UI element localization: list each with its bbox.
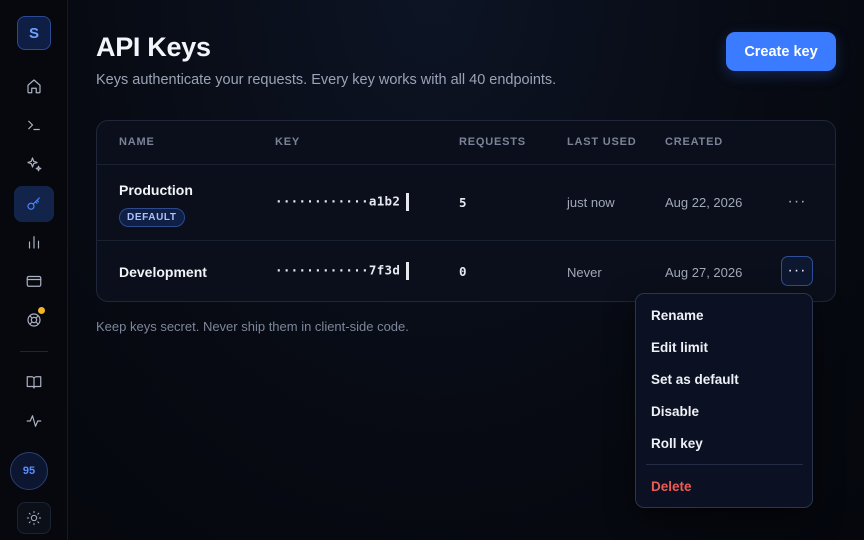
key-value: ············7f3d	[275, 262, 410, 280]
column-header-key: KEY	[275, 136, 301, 148]
menu-item-set-default[interactable]: Set as default	[651, 372, 739, 387]
sun-icon	[26, 510, 42, 526]
menu-item-rename[interactable]: Rename	[651, 308, 704, 323]
default-badge: DEFAULT	[119, 208, 185, 227]
header-divider	[97, 164, 835, 165]
menu-item-delete[interactable]: Delete	[651, 479, 692, 494]
lifebuoy-icon[interactable]	[14, 302, 54, 338]
theme-toggle[interactable]	[17, 502, 51, 534]
column-header-last-used: LAST USED	[567, 136, 637, 148]
key-name: Production	[119, 182, 193, 198]
row-actions-menu: Rename Edit limit Set as default Disable…	[635, 293, 813, 508]
column-header-requests: REQUESTS	[459, 136, 526, 148]
requests-count: 5	[459, 195, 467, 210]
masked-key: ············a1b2	[275, 193, 401, 209]
home-icon[interactable]	[14, 68, 54, 104]
page-subtitle: Keys authenticate your requests. Every k…	[96, 72, 557, 88]
last-used: just now	[567, 195, 615, 210]
menu-item-edit-limit[interactable]: Edit limit	[651, 340, 708, 355]
notification-dot	[38, 307, 45, 314]
book-icon[interactable]	[14, 364, 54, 400]
menu-divider	[646, 464, 803, 465]
bar-chart-icon[interactable]	[14, 224, 54, 260]
usage-badge[interactable]: 95	[10, 452, 48, 490]
menu-item-roll-key[interactable]: Roll key	[651, 436, 703, 451]
sidebar: S 95	[0, 0, 68, 540]
row-divider	[97, 240, 835, 241]
activity-icon[interactable]	[14, 403, 54, 439]
page-title: API Keys	[96, 32, 211, 62]
create-key-button[interactable]: Create key	[726, 32, 836, 71]
requests-count: 0	[459, 264, 467, 279]
key-icon[interactable]	[14, 186, 54, 222]
key-cursor	[406, 262, 410, 280]
row-actions-button[interactable]: ···	[781, 187, 813, 217]
key-name: Development	[119, 264, 207, 280]
created-date: Aug 22, 2026	[665, 195, 743, 210]
column-header-created: CREATED	[665, 136, 723, 148]
sparkle-icon[interactable]	[14, 146, 54, 182]
masked-key: ············7f3d	[275, 262, 401, 278]
key-value: ············a1b2	[275, 193, 410, 211]
terminal-icon[interactable]	[14, 107, 54, 143]
last-used: Never	[567, 265, 602, 280]
row-actions-button[interactable]: ···	[781, 256, 813, 286]
credit-card-icon[interactable]	[14, 263, 54, 299]
sidebar-divider	[20, 351, 48, 352]
security-note: Keep keys secret. Never ship them in cli…	[96, 319, 409, 334]
workspace-logo[interactable]: S	[17, 16, 51, 50]
menu-item-disable[interactable]: Disable	[651, 404, 699, 419]
key-cursor	[406, 193, 410, 211]
column-header-name: NAME	[119, 136, 155, 148]
created-date: Aug 27, 2026	[665, 265, 743, 280]
api-keys-table: NAME KEY REQUESTS LAST USED CREATED Prod…	[96, 120, 836, 302]
